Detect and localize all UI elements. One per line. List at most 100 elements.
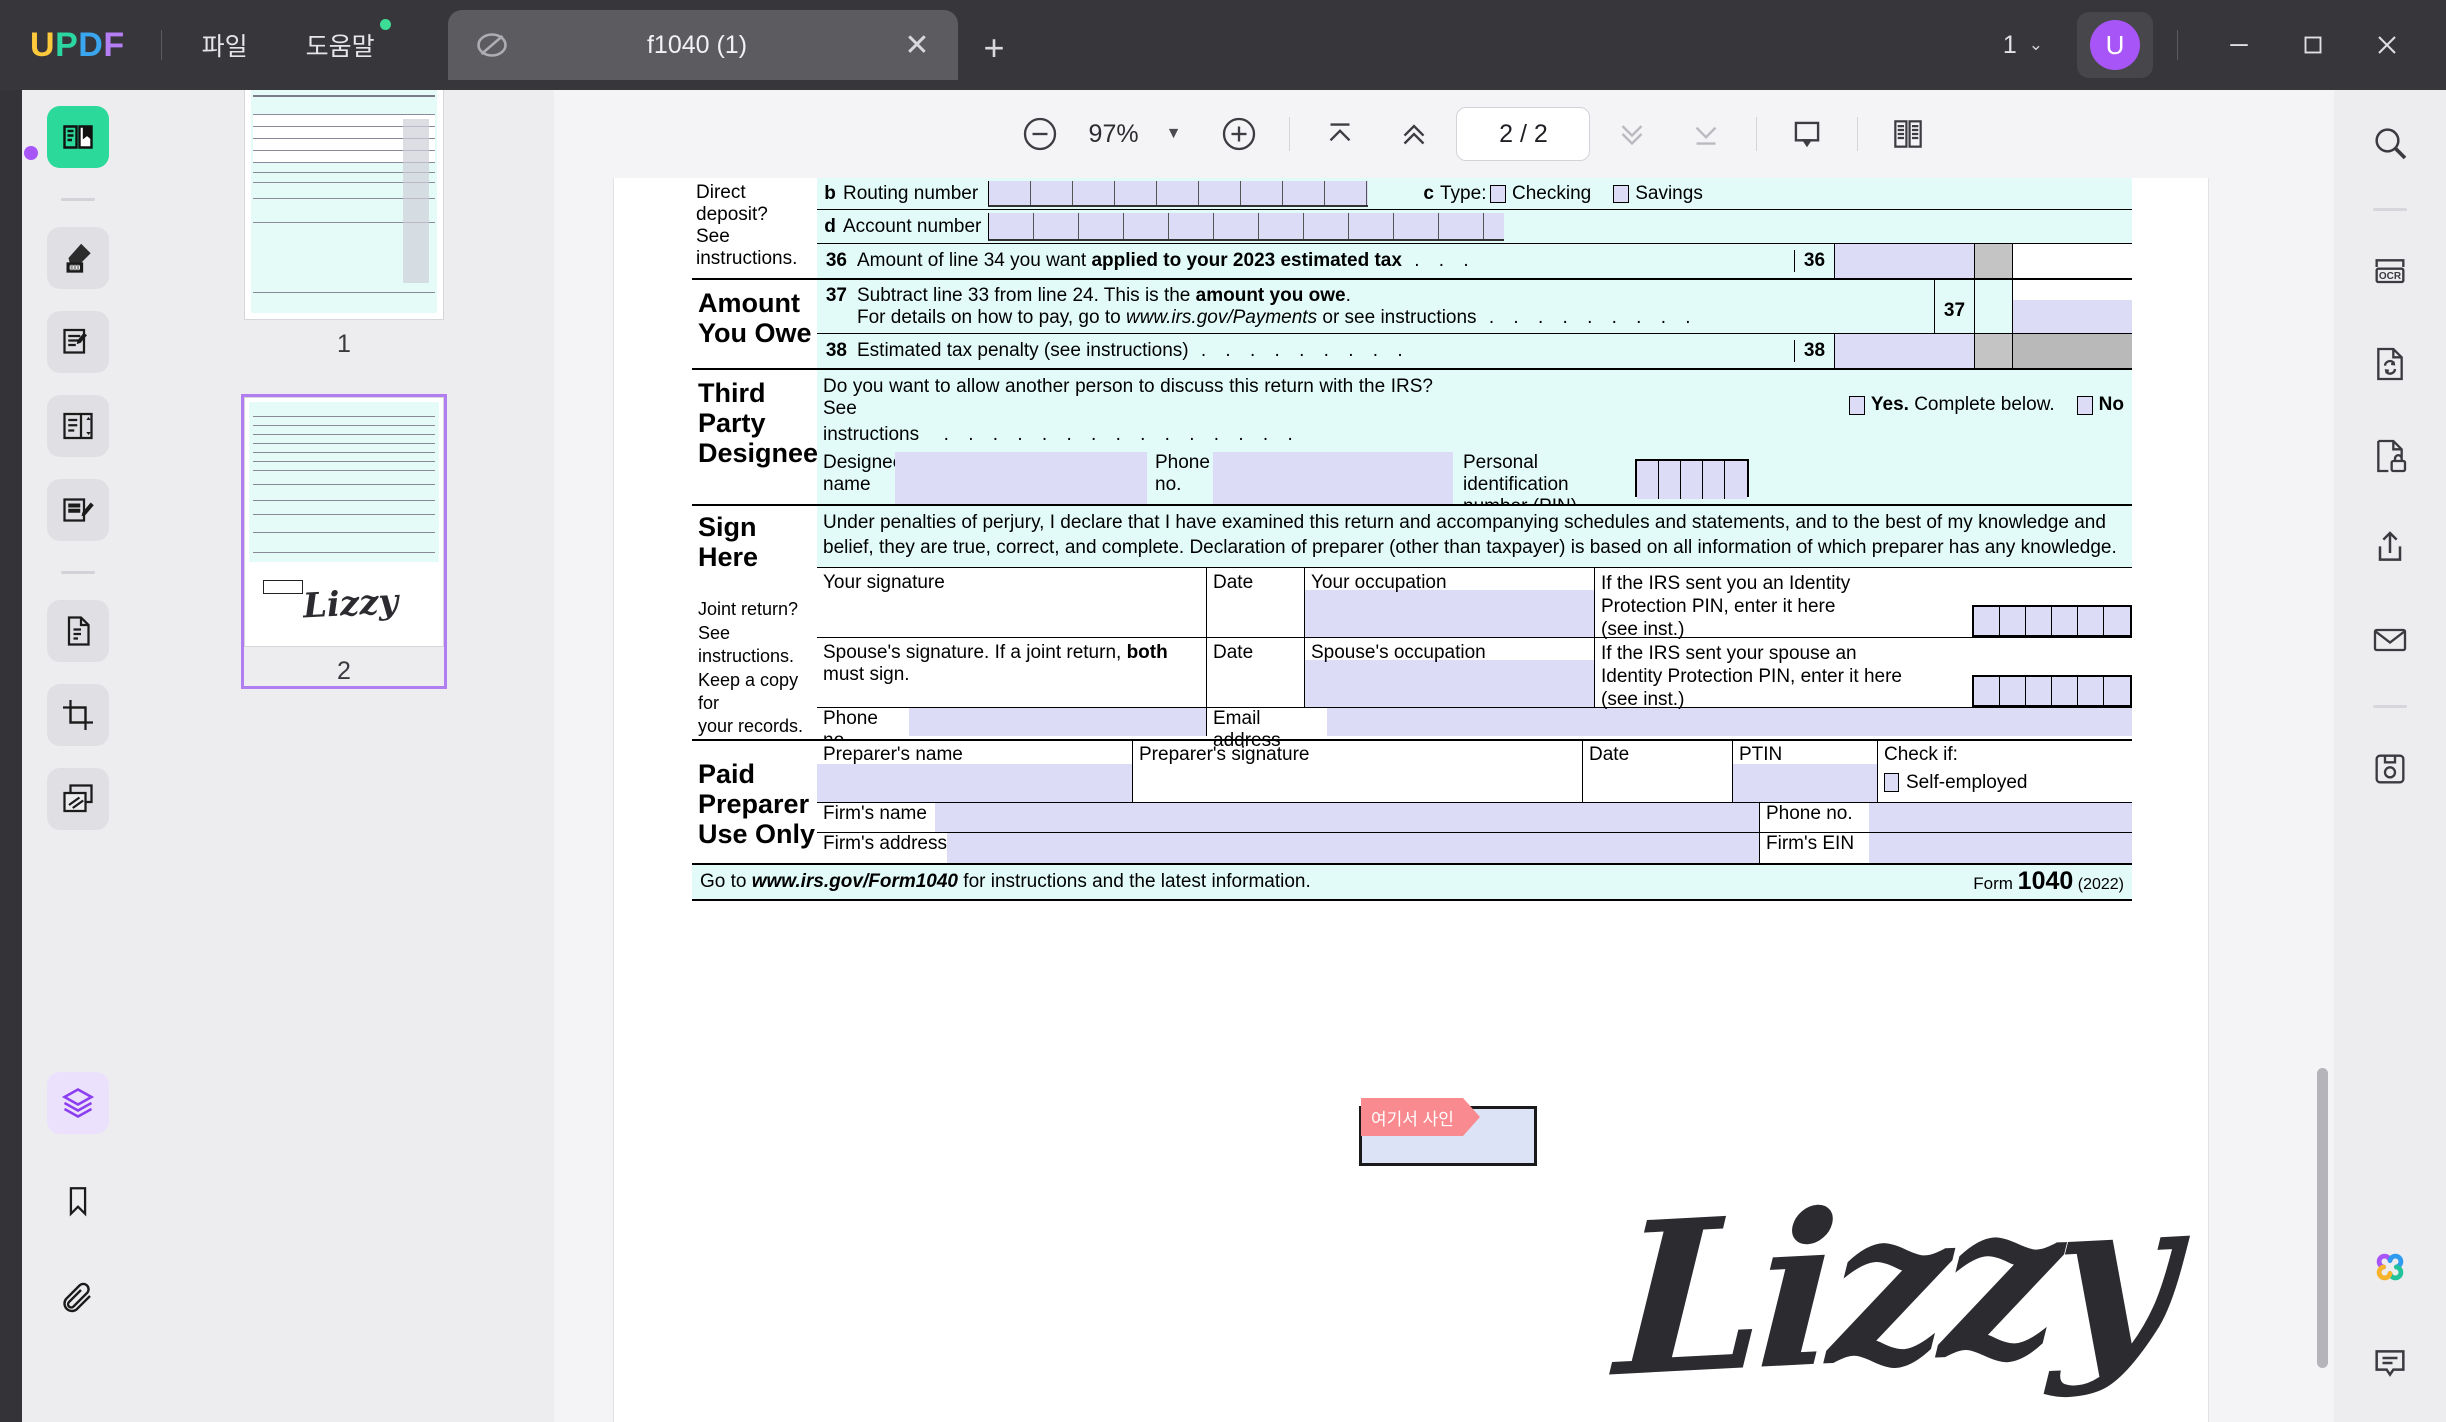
next-page-icon[interactable] (1604, 106, 1660, 162)
sidebar-item-crop-page[interactable] (47, 684, 109, 746)
designee-no-checkbox[interactable] (2076, 395, 2093, 415)
firm-ein-field[interactable] (1869, 832, 2132, 863)
footer-form-id: Form 1040 (2022) (1973, 867, 2124, 896)
applied-signature[interactable]: Lizzy (1611, 1149, 2174, 1422)
your-signature-date-cell[interactable]: Date (1207, 568, 1305, 637)
thumbnail-panel[interactable]: 1040 U.S. Individual Income Tax Return 2… (134, 90, 554, 1422)
vertical-scrollbar[interactable] (2317, 1068, 2328, 1368)
sidebar-item-fill-sign[interactable] (47, 479, 109, 541)
designee-phone-label: Phone no. (1155, 452, 1210, 495)
last-page-icon[interactable] (1678, 106, 1734, 162)
designee-phone-field[interactable] (1213, 452, 1453, 504)
sidebar-item-layers[interactable] (47, 1072, 109, 1134)
line-37-text: Subtract line 33 from line 24. This is t… (857, 285, 1698, 328)
your-signature-cell[interactable]: Your signature (817, 568, 1207, 637)
your-occupation-cell[interactable]: Your occupation (1305, 568, 1595, 637)
designee-name-field[interactable] (895, 452, 1147, 504)
line-37-amount-field[interactable] (2012, 280, 2132, 333)
ai-assistant-icon[interactable] (2359, 1236, 2421, 1298)
sidebar-item-annotate[interactable] (47, 311, 109, 373)
thumbnail-item-2[interactable]: Lizzy 2 (241, 394, 447, 689)
protect-pdf-icon[interactable] (2359, 425, 2421, 487)
contact-row: Phone no. Email address (817, 708, 2132, 751)
zoom-level-value[interactable]: 97% (1068, 120, 1160, 149)
savings-checkbox[interactable] (1613, 184, 1630, 203)
chevron-down-icon: ⌄ (2028, 35, 2043, 54)
firm-address-field[interactable] (947, 832, 1759, 863)
sidebar-item-attachments[interactable] (47, 1268, 109, 1330)
preparer-name-cell[interactable]: Preparer's name (817, 740, 1133, 802)
taxpayer-ippin-boxes[interactable] (1972, 605, 2132, 637)
preparer-date-cell[interactable]: Date (1583, 740, 1733, 802)
zoom-dropdown-icon[interactable]: ▼ (1166, 125, 1182, 143)
designee-pin-boxes[interactable] (1635, 452, 1749, 504)
spouse-ippin-boxes[interactable] (1972, 675, 2132, 707)
email-icon[interactable] (2359, 609, 2421, 671)
sidebar-item-bookmarks[interactable] (47, 1170, 109, 1232)
presentation-mode-icon[interactable] (1779, 106, 1835, 162)
document-tab[interactable]: f1040 (1) ✕ (448, 10, 958, 80)
first-page-icon[interactable] (1312, 106, 1368, 162)
checking-checkbox[interactable] (1490, 184, 1506, 203)
sidebar-item-edit-pdf[interactable] (47, 395, 109, 457)
previous-page-icon[interactable] (1386, 106, 1442, 162)
avatar: U (2090, 20, 2140, 70)
taxpayer-phone-field[interactable] (909, 708, 1207, 736)
designee-yes-checkbox[interactable] (1848, 395, 1865, 415)
preparer-signature-cell[interactable]: Preparer's signature (1133, 740, 1583, 802)
firm-phone-label: Phone no. (1759, 802, 1869, 832)
signature-field-widget[interactable]: 여기서 사인 (1359, 1098, 1537, 1166)
routing-number-field[interactable] (988, 180, 1368, 207)
sidebar-item-batch[interactable] (47, 768, 109, 830)
comment-icon[interactable] (2359, 1332, 2421, 1394)
sign-here-label-col: Sign Here Joint return? See instructions… (692, 506, 817, 739)
convert-pdf-icon[interactable] (2359, 333, 2421, 395)
sidebar-item-reader[interactable] (47, 106, 109, 168)
irs-form1040-link[interactable]: www.irs.gov/Form1040 (752, 871, 958, 892)
search-icon[interactable] (2359, 112, 2421, 174)
taxpayer-email-field[interactable] (1327, 708, 2132, 736)
spouse-occupation-cell[interactable]: Spouse's occupation (1305, 638, 1595, 707)
line-36-amount-field[interactable] (1834, 244, 1974, 278)
firm-name-label: Firm's name (823, 802, 927, 824)
sidebar-item-organize-pages[interactable] (47, 600, 109, 662)
footer-instructions: Go to www.irs.gov/Form1040 for instructi… (700, 870, 1311, 892)
window-instance-selector[interactable]: 1 ⌄ (2003, 31, 2043, 60)
third-party-designee-section: Third Party Designee Do you want to allo… (692, 368, 2132, 517)
spouse-signature-date-cell[interactable]: Date (1207, 638, 1305, 707)
firm-name-field[interactable] (935, 802, 1759, 832)
zoom-out-icon[interactable] (1012, 106, 1068, 162)
close-window-button[interactable] (2350, 0, 2424, 90)
line-38-amount-field[interactable] (1834, 334, 1974, 368)
account-button[interactable]: U (2077, 12, 2153, 78)
thumbnail-item-1[interactable]: 1040 U.S. Individual Income Tax Return 2… (244, 90, 444, 359)
line-37-number: 37 (825, 285, 847, 306)
line-36-row: 36 Amount of line 34 you want applied to… (817, 244, 2132, 278)
menu-help[interactable]: 도움말 (302, 19, 391, 69)
preparer-ptin-cell[interactable]: PTIN (1733, 740, 1878, 802)
save-as-icon[interactable] (2359, 738, 2421, 800)
page-layout-icon[interactable] (1880, 106, 1936, 162)
line-36-text: Amount of line 34 you want applied to yo… (857, 250, 1476, 271)
third-party-label: Third Party Designee (692, 370, 818, 504)
zoom-in-icon[interactable] (1211, 106, 1267, 162)
maximize-button[interactable] (2276, 0, 2350, 90)
window-instance-count: 1 (2002, 30, 2017, 59)
account-number-field[interactable] (988, 212, 1504, 241)
titlebar-divider (160, 30, 162, 60)
perjury-statement: Under penalties of perjury, I declare th… (817, 506, 2132, 568)
spouse-signature-cell[interactable]: Spouse's signature. If a joint return, b… (817, 638, 1207, 707)
irs-payments-link[interactable]: www.irs.gov/Payments (1126, 307, 1317, 328)
new-tab-button[interactable]: + (972, 26, 1016, 70)
ocr-icon[interactable]: OCR (2359, 241, 2421, 303)
self-employed-checkbox[interactable] (1884, 773, 1899, 793)
phone-no-label: Phone no. (823, 708, 878, 751)
close-tab-icon[interactable]: ✕ (894, 22, 940, 68)
page-number-input[interactable]: 2 / 2 (1456, 107, 1591, 161)
share-icon[interactable] (2359, 517, 2421, 579)
firm-phone-field[interactable] (1869, 802, 2132, 832)
sidebar-item-highlighter[interactable] (47, 227, 109, 289)
logo-letter-u: U (30, 25, 56, 64)
menu-file[interactable]: 파일 (198, 21, 252, 69)
minimize-button[interactable] (2202, 0, 2276, 90)
